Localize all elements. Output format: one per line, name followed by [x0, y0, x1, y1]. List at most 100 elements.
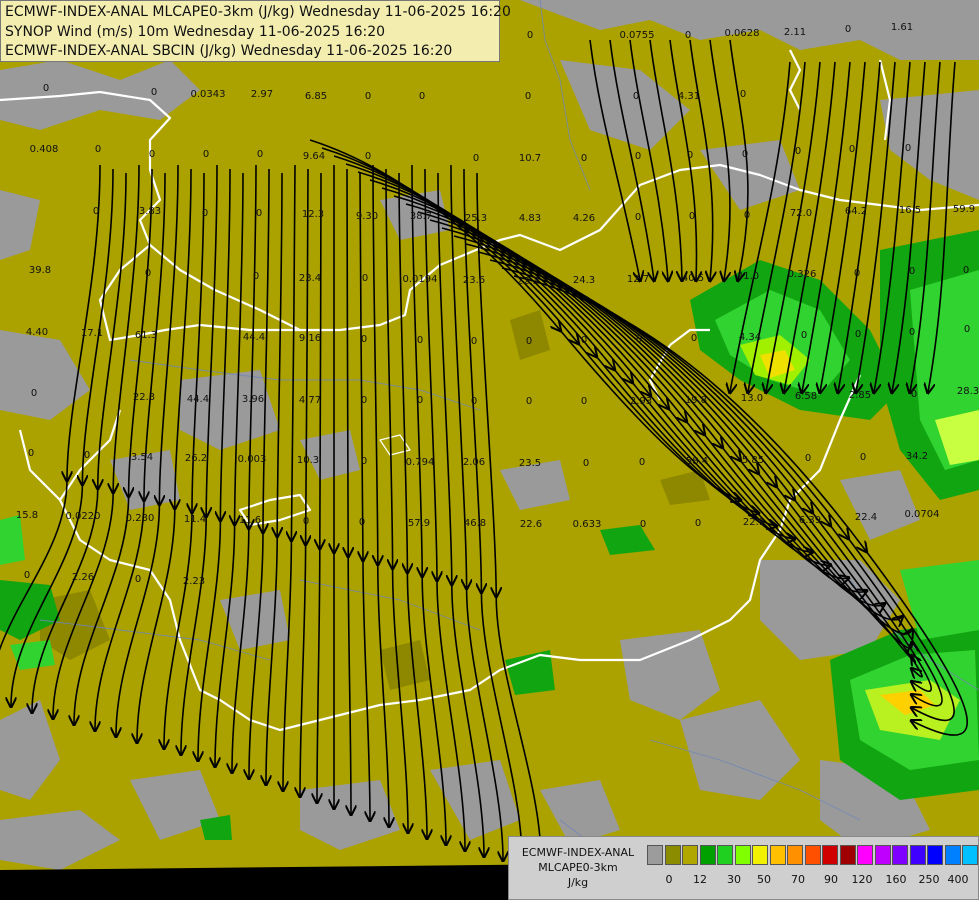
legend-swatch [647, 845, 663, 865]
cape-value-label: 0 [855, 329, 861, 340]
legend-swatch [664, 845, 681, 865]
cape-value-label: 0 [849, 144, 855, 155]
weather-map: 0 0.0755 0 0.0628 2.11 0 1.61 0 0 0.0343 2.97 6.85 0… [0, 0, 979, 900]
cape-value-label: 17.1 [81, 328, 103, 339]
legend-tick-label: 50 [757, 873, 771, 886]
cape-value-label: 0 [473, 153, 479, 164]
cape-value-label: 0 [303, 516, 309, 527]
legend-swatch [752, 845, 768, 865]
cape-value-label: 72.0 [790, 208, 812, 219]
cape-value-label: 0 [361, 456, 367, 467]
cape-value-label: 0 [963, 265, 969, 276]
cape-value-label: 0 [149, 149, 155, 160]
cape-value-label: 0.0343 [191, 89, 226, 100]
cape-value-label: 0 [633, 91, 639, 102]
cape-value-label: 41.0 [737, 271, 759, 282]
cape-value-label: 0 [905, 143, 911, 154]
legend-tick-label: 250 [918, 873, 940, 886]
cape-value-label: 0.0704 [905, 509, 940, 520]
cape-value-label: 0 [854, 268, 860, 279]
legend-title-1: ECMWF-INDEX-ANAL [521, 846, 635, 859]
legend-swatch [682, 845, 698, 865]
cape-value-label: 0 [525, 91, 531, 102]
title-line-1: ECMWF-INDEX-ANAL MLCAPE0-3km (J/kg) Wedn… [5, 4, 511, 20]
cape-value-label: 0 [687, 150, 693, 161]
cape-value-label: 11.4 [184, 514, 206, 525]
cape-value-label: 0 [526, 336, 532, 347]
cape-value-label: 0 [28, 448, 34, 459]
legend-tick-label: 400 [947, 873, 969, 886]
cape-value-label: 9.64 [303, 151, 325, 162]
cape-value-label: 0 [860, 452, 866, 463]
cape-value-label: 22.6 [520, 519, 542, 530]
cape-value-label: 0 [417, 395, 423, 406]
legend-swatch [717, 845, 733, 865]
cape-value-label: 2.97 [251, 89, 273, 100]
cape-value-label: 22.3 [133, 392, 155, 403]
cape-value-label: 28.3 [957, 386, 979, 397]
legend-tick-label: 70 [791, 873, 805, 886]
cape-value-label: 0 [845, 24, 851, 35]
cape-value-label: 12.3 [302, 209, 324, 220]
cape-value-label: 34.2 [906, 451, 928, 462]
cape-value-label: 0.633 [573, 519, 602, 530]
cape-value-label: 0 [93, 206, 99, 217]
cape-value-label: 0 [742, 149, 748, 160]
cape-value-label: 12.7 [627, 274, 649, 285]
cape-value-label: 0 [145, 268, 151, 279]
cape-value-label: 9.16 [299, 333, 321, 344]
cape-value-label: 0 [909, 266, 915, 277]
cape-value-label: 2.11 [784, 27, 806, 38]
cape-value-label: 0 [909, 327, 915, 338]
cape-value-label: 0.0220 [66, 511, 101, 522]
cape-value-label: 2.23 [183, 576, 205, 587]
cape-value-label: 0.0628 [725, 28, 760, 39]
cape-value-label: 19.8 [685, 395, 707, 406]
cape-value-label: 4.34 [739, 332, 761, 343]
cape-value-label: 0 [635, 151, 641, 162]
title-line-2: SYNOP Wind (m/s) 10m Wednesday 11-06-202… [5, 23, 386, 40]
cape-value-label: 0 [361, 395, 367, 406]
cape-value-label: 3.96 [242, 394, 264, 405]
cape-value-label: 1.61 [891, 22, 913, 33]
cape-value-label: 22.4 [855, 512, 877, 523]
cape-value-label: 0 [801, 330, 807, 341]
color-legend: ECMWF-INDEX-ANAL MLCAPE0-3km J/kg 0 12 30 5… [508, 836, 979, 900]
cape-value-label: 5.85 [742, 455, 764, 466]
legend-tick-label: 120 [851, 873, 873, 886]
legend-swatch [962, 845, 978, 865]
legend-swatch [734, 845, 751, 865]
cape-value-label: 6.85 [305, 91, 327, 102]
cape-value-label: 0 [583, 458, 589, 469]
cape-value-label: 15.8 [16, 510, 38, 521]
cape-value-label: 0 [471, 336, 477, 347]
cape-value-label: 16.5 [899, 205, 921, 216]
legend-swatch [892, 845, 908, 865]
cape-value-label: 0 [636, 334, 642, 345]
cape-value-label: 4.26 [573, 213, 595, 224]
cape-value-label: 2.06 [463, 457, 485, 468]
cape-value-label: 0 [695, 518, 701, 529]
cape-value-label: 2.26 [72, 572, 94, 583]
cape-value-label: 57.9 [408, 518, 430, 529]
cape-value-label: 0 [635, 212, 641, 223]
legend-tick-label: 12 [693, 873, 707, 886]
cape-value-label: 38.7 [410, 211, 432, 222]
cape-value-label: 61.3 [135, 330, 157, 341]
cape-value-label: 0 [359, 517, 365, 528]
cape-value-label: 23.4 [299, 273, 321, 284]
cape-value-label: 0.326 [788, 269, 817, 280]
cape-value-label: 22.1 [743, 517, 765, 528]
cape-value-label: 44.4 [243, 332, 265, 343]
cape-value-label: 0 [795, 146, 801, 157]
cape-value-label: 0 [639, 457, 645, 468]
cape-value-label: 0.0755 [620, 30, 655, 41]
cape-value-label: 24.3 [573, 275, 595, 286]
legend-tick-label: 160 [885, 873, 907, 886]
cape-value-label: 0 [365, 151, 371, 162]
cape-value-label: 0 [202, 208, 208, 219]
cape-value-label: 0 [911, 389, 917, 400]
cape-value-label: 11.6 [239, 515, 261, 526]
legend-swatch [804, 845, 821, 865]
legend-swatch [787, 845, 803, 865]
